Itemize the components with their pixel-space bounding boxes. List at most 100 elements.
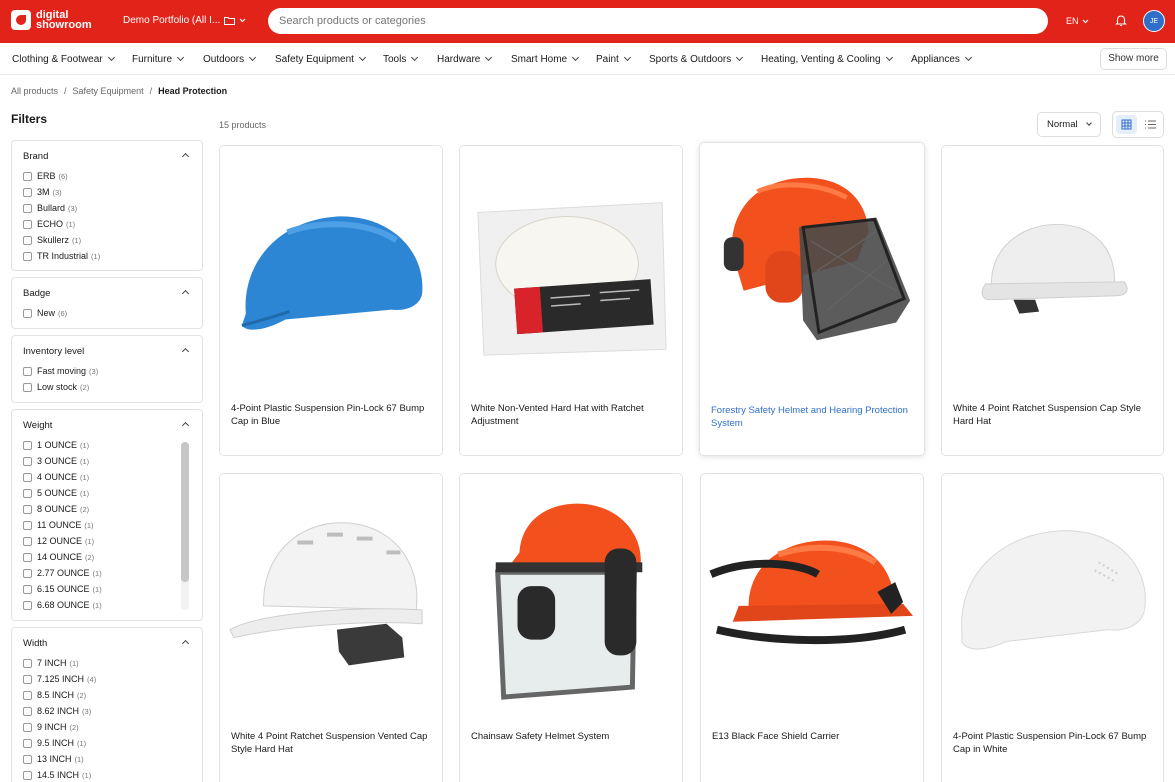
checkbox[interactable] [23, 770, 32, 780]
checkbox[interactable] [23, 738, 32, 748]
category-hardware[interactable]: Hardware [437, 53, 493, 65]
category-outdoors[interactable]: Outdoors [203, 53, 257, 65]
checkbox[interactable] [23, 472, 32, 482]
product-card-hovered[interactable]: Forestry Safety Helmet and Hearing Prote… [699, 142, 925, 456]
filter-option[interactable]: 4 OUNCE (1) [23, 472, 89, 482]
filter-option[interactable]: 11 OUNCE (1) [23, 520, 94, 530]
breadcrumb-all-products[interactable]: All products [11, 86, 58, 96]
checkbox[interactable] [23, 600, 32, 610]
checkbox[interactable] [23, 722, 32, 732]
chevron-up-icon[interactable] [181, 289, 190, 298]
product-image[interactable] [708, 151, 916, 381]
search-bar[interactable] [268, 8, 1048, 34]
product-name[interactable]: 4-Point Plastic Suspension Pin-Lock 67 B… [953, 730, 1153, 756]
portfolio-selector[interactable]: Demo Portfolio (All I... [123, 15, 246, 26]
filter-option[interactable]: 9 INCH (2) [23, 722, 79, 732]
filter-option[interactable]: Fast moving (3) [23, 366, 98, 376]
checkbox[interactable] [23, 520, 32, 530]
checkbox[interactable] [23, 754, 32, 764]
grid-view-button[interactable] [1116, 115, 1137, 134]
filter-weight-scrollbar[interactable] [181, 442, 189, 610]
filter-option[interactable]: 6.15 OUNCE (1) [23, 584, 102, 594]
filter-option[interactable]: 14.5 INCH (1) [23, 770, 91, 780]
avatar[interactable]: JE [1143, 10, 1165, 32]
filter-option[interactable]: 12 OUNCE (1) [23, 536, 94, 546]
product-card[interactable]: Chainsaw Safety Helmet System [459, 473, 683, 782]
search-input[interactable] [279, 15, 1037, 27]
product-card[interactable]: White Non-Vented Hard Hat with Ratchet A… [459, 145, 683, 456]
list-view-button[interactable] [1140, 115, 1161, 134]
product-card[interactable]: White 4 Point Ratchet Suspension Vented … [219, 473, 443, 782]
product-name[interactable]: White 4 Point Ratchet Suspension Cap Sty… [953, 402, 1153, 428]
breadcrumb-safety-equipment[interactable]: Safety Equipment [73, 86, 144, 96]
product-image[interactable] [950, 482, 1155, 712]
filter-option[interactable]: 2.77 OUNCE (1) [23, 568, 102, 578]
checkbox[interactable] [23, 658, 32, 668]
filter-option[interactable]: Low stock (2) [23, 382, 89, 392]
product-card[interactable]: 4-Point Plastic Suspension Pin-Lock 67 B… [219, 145, 443, 456]
checkbox[interactable] [23, 536, 32, 546]
show-more-button[interactable]: Show more [1100, 48, 1167, 70]
checkbox[interactable] [23, 690, 32, 700]
chevron-up-icon[interactable] [181, 347, 190, 356]
checkbox[interactable] [23, 235, 32, 245]
filter-option[interactable]: ECHO (1) [23, 219, 75, 229]
filter-option[interactable]: ERB (6) [23, 171, 68, 181]
product-name[interactable]: White Non-Vented Hard Hat with Ratchet A… [471, 402, 672, 428]
product-name[interactable]: E13 Black Face Shield Carrier [712, 730, 913, 743]
product-image[interactable] [950, 154, 1155, 384]
checkbox[interactable] [23, 187, 32, 197]
product-name[interactable]: White 4 Point Ratchet Suspension Vented … [231, 730, 432, 756]
product-card[interactable]: E13 Black Face Shield Carrier [700, 473, 924, 782]
filter-option[interactable]: 1 OUNCE (1) [23, 440, 89, 450]
chevron-up-icon[interactable] [181, 421, 190, 430]
checkbox[interactable] [23, 456, 32, 466]
filter-option[interactable]: Bullard (3) [23, 203, 77, 213]
checkbox[interactable] [23, 568, 32, 578]
logo[interactable]: digital showroom [11, 10, 96, 31]
scrollbar-thumb[interactable] [181, 442, 189, 582]
checkbox[interactable] [23, 504, 32, 514]
checkbox[interactable] [23, 584, 32, 594]
product-image[interactable] [228, 482, 434, 712]
filter-option[interactable]: 8.62 INCH (3) [23, 706, 91, 716]
filter-option[interactable]: 3M (3) [23, 187, 62, 197]
checkbox[interactable] [23, 366, 32, 376]
filter-option[interactable]: New (6) [23, 308, 67, 318]
category-furniture[interactable]: Furniture [132, 53, 185, 65]
category-sports-outdoors[interactable]: Sports & Outdoors [649, 53, 744, 65]
sort-dropdown[interactable]: Normal [1037, 112, 1101, 137]
bell-icon[interactable] [1114, 13, 1128, 27]
filter-option[interactable]: 8.5 INCH (2) [23, 690, 86, 700]
checkbox[interactable] [23, 308, 32, 318]
category-heating-venting-cooling[interactable]: Heating, Venting & Cooling [761, 53, 893, 65]
product-image[interactable] [468, 482, 674, 712]
checkbox[interactable] [23, 674, 32, 684]
filter-option[interactable]: Skullerz (1) [23, 235, 81, 245]
checkbox[interactable] [23, 706, 32, 716]
filter-option[interactable]: 5 OUNCE (1) [23, 488, 89, 498]
checkbox[interactable] [23, 440, 32, 450]
product-name[interactable]: Chainsaw Safety Helmet System [471, 730, 672, 743]
filter-option[interactable]: 14 OUNCE (2) [23, 552, 94, 562]
product-image[interactable] [228, 154, 434, 384]
category-safety-equipment[interactable]: Safety Equipment [275, 53, 366, 65]
product-image[interactable] [709, 482, 915, 712]
checkbox[interactable] [23, 382, 32, 392]
checkbox[interactable] [23, 171, 32, 181]
filter-option[interactable]: 3 OUNCE (1) [23, 456, 89, 466]
category-paint[interactable]: Paint [596, 53, 631, 65]
chevron-up-icon[interactable] [181, 639, 190, 648]
checkbox[interactable] [23, 219, 32, 229]
filter-option[interactable]: 7 INCH (1) [23, 658, 79, 668]
filter-option[interactable]: 9.5 INCH (1) [23, 738, 86, 748]
product-image[interactable] [468, 154, 674, 384]
chevron-up-icon[interactable] [181, 152, 190, 161]
category-clothing-footwear[interactable]: Clothing & Footwear [12, 53, 115, 65]
language-selector[interactable]: EN [1066, 16, 1089, 26]
checkbox[interactable] [23, 552, 32, 562]
filter-option[interactable]: 7.125 INCH (4) [23, 674, 96, 684]
filter-option[interactable]: 6.68 OUNCE (1) [23, 600, 102, 610]
filter-option[interactable]: 8 OUNCE (2) [23, 504, 89, 514]
checkbox[interactable] [23, 203, 32, 213]
